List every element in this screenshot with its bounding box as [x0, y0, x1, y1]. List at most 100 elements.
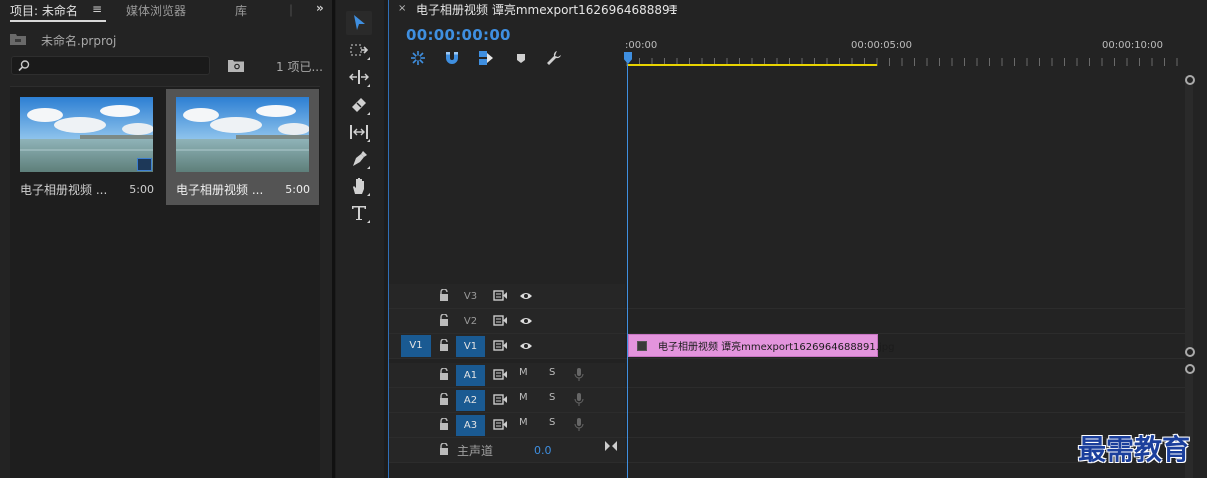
mute-button[interactable]: M	[519, 392, 528, 403]
pen-icon	[353, 151, 367, 166]
microphone-icon[interactable]	[574, 392, 584, 407]
track-lane[interactable]	[626, 284, 1185, 308]
slip-icon	[350, 125, 368, 139]
type-tool-button[interactable]	[346, 201, 372, 225]
tab-media-browser[interactable]: 媒体浏览器	[126, 2, 186, 19]
eye-icon[interactable]	[519, 341, 533, 351]
lock-icon[interactable]	[439, 314, 449, 326]
clip-duration: 5:00	[285, 183, 310, 196]
lock-icon[interactable]	[439, 418, 449, 430]
razor-tool-button[interactable]	[346, 93, 372, 117]
project-panel: 项目: 未命名 ≡ 媒体浏览器 库 ｜ » 未命名.prproj 1 项已...	[0, 0, 332, 478]
search-icon	[18, 60, 30, 72]
sync-lock-icon[interactable]	[493, 369, 507, 380]
clip-stack-badge-icon	[137, 158, 152, 171]
lock-icon[interactable]	[439, 289, 449, 301]
tools-panel	[336, 0, 384, 478]
snap-magnet-icon[interactable]	[444, 50, 460, 66]
track-lane[interactable]	[626, 363, 1185, 387]
clip-label: 电子相册视频 谭亮mmexport1626964688891.jpg	[658, 342, 895, 353]
microphone-icon[interactable]	[574, 417, 584, 432]
lock-icon[interactable]	[439, 368, 449, 380]
go-to-end-icon[interactable]	[605, 441, 617, 451]
sync-lock-icon[interactable]	[493, 315, 507, 326]
lock-icon[interactable]	[439, 443, 449, 455]
sequence-tab-title[interactable]: 电子相册视频 谭亮mmexport1626964688891	[416, 1, 677, 18]
sync-lock-icon[interactable]	[493, 394, 507, 405]
solo-button[interactable]: S	[549, 392, 555, 403]
linked-selection-icon[interactable]	[478, 50, 494, 66]
track-select-tool-button[interactable]	[346, 38, 372, 62]
microphone-icon[interactable]	[574, 367, 584, 382]
scroll-zoom-handle[interactable]	[1185, 75, 1195, 85]
track-lane[interactable]	[626, 309, 1185, 333]
track-name-targeted[interactable]: A1	[456, 365, 485, 386]
project-filename: 未命名.prproj	[41, 34, 117, 48]
tab-more[interactable]: ｜	[285, 2, 297, 19]
track-name[interactable]: V2	[456, 311, 485, 332]
track-row-a3: A3 M S	[389, 413, 1185, 438]
work-area-bar[interactable]	[627, 64, 877, 66]
solo-button[interactable]: S	[549, 417, 555, 428]
playhead-line[interactable]	[627, 64, 628, 478]
clip-duration: 5:00	[129, 183, 154, 196]
track-row-a1: A1 M S	[389, 363, 1185, 388]
hand-tool-button[interactable]	[346, 174, 372, 198]
razor-icon	[352, 98, 366, 112]
wrench-settings-icon[interactable]	[546, 50, 562, 66]
tab-project[interactable]: 项目: 未命名	[10, 2, 78, 19]
track-name-targeted[interactable]: A3	[456, 415, 485, 436]
project-panel-menu-icon[interactable]: ≡	[92, 2, 102, 16]
master-volume-value[interactable]: 0.0	[534, 444, 552, 457]
clip-card-selected[interactable]: 电子相册视频 ... 5:00	[166, 89, 319, 205]
lock-icon[interactable]	[439, 393, 449, 405]
solo-button[interactable]: S	[549, 367, 555, 378]
source-patch-v1[interactable]: V1	[401, 335, 431, 357]
sync-lock-icon[interactable]	[493, 290, 507, 301]
eye-icon[interactable]	[519, 316, 533, 326]
scroll-zoom-handle[interactable]	[1185, 364, 1195, 374]
timeline-panel: × 电子相册视频 谭亮mmexport1626964688891 ≡ 00:00…	[388, 0, 1207, 478]
sync-lock-icon[interactable]	[493, 340, 507, 351]
track-name-targeted[interactable]: V1	[456, 336, 485, 357]
track-name[interactable]: V3	[456, 286, 485, 307]
ripple-edit-tool-button[interactable]	[346, 65, 372, 89]
clip-name: 电子相册视频 ...	[20, 183, 108, 197]
clip-name: 电子相册视频 ...	[176, 183, 264, 197]
tab-library[interactable]: 库	[235, 2, 247, 19]
slip-tool-button[interactable]	[346, 120, 372, 144]
mute-button[interactable]: M	[519, 417, 528, 428]
watermark-logo: 最需教育	[1078, 433, 1191, 466]
find-bin-icon[interactable]	[228, 58, 244, 72]
clip-card[interactable]: 电子相册视频 ... 5:00	[10, 89, 163, 205]
pen-tool-button[interactable]	[346, 147, 372, 171]
ripple-edit-icon	[349, 70, 369, 84]
panel-divider[interactable]	[332, 0, 335, 478]
ruler-label: :00:00	[625, 40, 658, 51]
video-vertical-scrollbar[interactable]	[1185, 76, 1193, 356]
project-folder-icon	[10, 34, 26, 45]
search-input[interactable]	[34, 58, 204, 73]
project-search-box[interactable]	[11, 56, 210, 75]
track-header: A2 M S	[389, 388, 625, 412]
eye-icon[interactable]	[519, 291, 533, 301]
close-sequence-icon[interactable]: ×	[398, 3, 406, 14]
mute-button[interactable]: M	[519, 367, 528, 378]
track-lane[interactable]	[626, 388, 1185, 412]
add-marker-icon[interactable]	[513, 50, 529, 66]
scroll-zoom-handle[interactable]	[1185, 347, 1195, 357]
track-row-a2: A2 M S	[389, 388, 1185, 413]
master-track-label: 主声道	[457, 444, 494, 458]
tab-overflow-chevron-icon[interactable]: »	[316, 1, 324, 15]
timeline-menu-icon[interactable]: ≡	[668, 1, 678, 15]
lock-icon[interactable]	[439, 339, 449, 351]
track-name-targeted[interactable]: A2	[456, 390, 485, 411]
hand-icon	[353, 178, 364, 194]
type-icon	[352, 206, 366, 220]
playhead-timecode[interactable]: 00:00:00:00	[406, 26, 511, 44]
timeline-clip[interactable]: 电子相册视频 谭亮mmexport1626964688891.jpg	[628, 334, 894, 357]
insert-sequence-as-nest-icon[interactable]	[410, 50, 426, 66]
selection-tool-button[interactable]	[346, 11, 372, 35]
sync-lock-icon[interactable]	[493, 419, 507, 430]
track-header: V2	[389, 309, 625, 333]
